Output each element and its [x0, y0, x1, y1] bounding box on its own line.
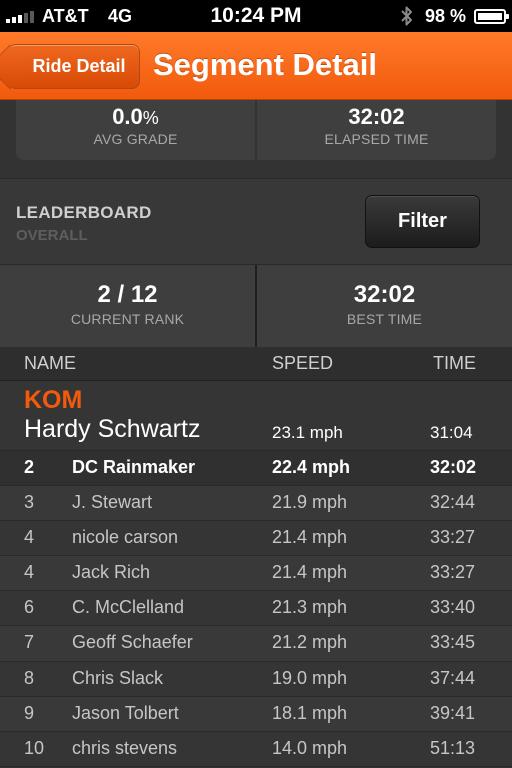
status-bar: AT&T 4G 10:24 PM 98 % [0, 0, 512, 32]
row-rank: 10 [24, 737, 45, 758]
back-button-label: Ride Detail [32, 56, 126, 76]
navigation-bar: Ride Detail Segment Detail [0, 32, 512, 100]
back-button[interactable]: Ride Detail [8, 44, 140, 89]
table-row[interactable]: 10 chris stevens 14.0 mph 51:13 [0, 731, 512, 767]
row-speed: 21.3 mph [272, 597, 348, 618]
column-header-time: TIME [433, 353, 476, 373]
avg-grade-label: AVG GRADE [93, 131, 178, 147]
current-rank-card: 2 / 12 CURRENT RANK [0, 265, 255, 347]
leaderboard-title: LEADERBOARD [16, 203, 152, 222]
row-time: 51:13 [430, 737, 476, 758]
row-name: nicole carson [72, 527, 179, 548]
leaderboard-header: LEADERBOARD OVERALL Filter [0, 178, 512, 265]
row-name: C. McClelland [72, 597, 185, 618]
row-speed: 19.0 mph [272, 667, 348, 688]
row-rank: 4 [24, 562, 35, 583]
row-time: 37:44 [430, 667, 476, 688]
segment-stats: 0.0% AVG GRADE 32:02 ELAPSED TIME [16, 100, 496, 160]
leaderboard-subtitle: OVERALL [16, 227, 88, 244]
row-rank: 2 [24, 457, 35, 477]
elapsed-time-value: 32:02 [348, 104, 405, 129]
table-row[interactable]: 9 Jason Tolbert 18.1 mph 39:41 [0, 696, 512, 732]
elapsed-time-card: 32:02 ELAPSED TIME [257, 100, 496, 160]
elapsed-time-label: ELAPSED TIME [324, 131, 429, 147]
row-speed: 21.4 mph [272, 527, 348, 548]
row-speed: 21.2 mph [272, 632, 348, 653]
row-time: 33:40 [430, 597, 476, 618]
kom-label: KOM [24, 386, 83, 414]
bluetooth-icon [401, 6, 412, 26]
row-rank: 3 [24, 492, 35, 513]
table-row[interactable]: 3 J. Stewart 21.9 mph 32:44 [0, 486, 512, 522]
row-rank: 9 [24, 702, 35, 723]
row-name: J. Stewart [72, 492, 153, 513]
row-time: 33:45 [430, 632, 476, 653]
page-title: Segment Detail [153, 47, 377, 82]
row-name: chris stevens [72, 737, 178, 758]
leaderboard-table-header: NAME SPEED TIME [0, 347, 512, 381]
row-time: 39:41 [430, 702, 476, 723]
row-rank: 8 [24, 667, 35, 688]
table-row[interactable]: 8 Chris Slack 19.0 mph 37:44 [0, 661, 512, 697]
rank-stats: 2 / 12 CURRENT RANK 32:02 BEST TIME [0, 265, 512, 347]
row-time: 33:27 [430, 562, 476, 583]
row-name: Jack Rich [72, 562, 151, 583]
filter-button[interactable]: Filter [365, 195, 480, 248]
battery-icon [474, 9, 509, 24]
avg-grade-value: 0.0 [112, 104, 143, 129]
column-header-speed: SPEED [272, 353, 334, 373]
avg-grade-value-wrap: 0.0% [16, 100, 255, 130]
current-rank-value: 2 / 12 [97, 281, 158, 308]
row-name: Chris Slack [72, 667, 164, 688]
row-name: DC Rainmaker [72, 457, 196, 477]
row-speed: 14.0 mph [272, 737, 348, 758]
leaderboard-list: 2 DC Rainmaker 22.4 mph 32:02 3 J. Stewa… [0, 451, 512, 767]
row-time: 33:27 [430, 527, 476, 548]
row-speed: 21.4 mph [272, 562, 348, 583]
row-time: 32:44 [430, 492, 476, 513]
table-row[interactable]: 4 Jack Rich 21.4 mph 33:27 [0, 556, 512, 592]
avg-grade-unit: % [142, 108, 159, 128]
best-time-card: 32:02 BEST TIME [257, 265, 512, 347]
column-header-name: NAME [24, 353, 77, 373]
row-rank: 4 [24, 527, 35, 548]
row-rank: 7 [24, 632, 35, 653]
row-rank: 6 [24, 597, 35, 618]
kom-name: Hardy Schwartz [24, 415, 201, 443]
best-time-value: 32:02 [353, 281, 416, 308]
kom-time: 31:04 [430, 423, 473, 442]
current-rank-label: CURRENT RANK [70, 311, 185, 327]
table-row[interactable]: 6 C. McClelland 21.3 mph 33:40 [0, 591, 512, 627]
best-time-label: BEST TIME [346, 311, 423, 327]
battery-percent: 98 % [425, 6, 467, 26]
row-name: Jason Tolbert [72, 702, 179, 723]
table-row[interactable]: 4 nicole carson 21.4 mph 33:27 [0, 521, 512, 557]
avg-grade-card: 0.0% AVG GRADE [16, 100, 255, 160]
row-speed: 21.9 mph [272, 492, 348, 513]
row-time: 32:02 [430, 457, 477, 477]
table-row[interactable]: 2 DC Rainmaker 22.4 mph 32:02 [0, 451, 512, 487]
row-speed: 22.4 mph [272, 457, 351, 477]
row-name: Geoff Schaefer [72, 632, 193, 653]
kom-speed: 23.1 mph [272, 423, 343, 442]
table-row[interactable]: 7 Geoff Schaefer 21.2 mph 33:45 [0, 626, 512, 662]
kom-row[interactable]: KOM Hardy Schwartz 23.1 mph 31:04 [0, 381, 512, 451]
row-speed: 18.1 mph [272, 702, 348, 723]
